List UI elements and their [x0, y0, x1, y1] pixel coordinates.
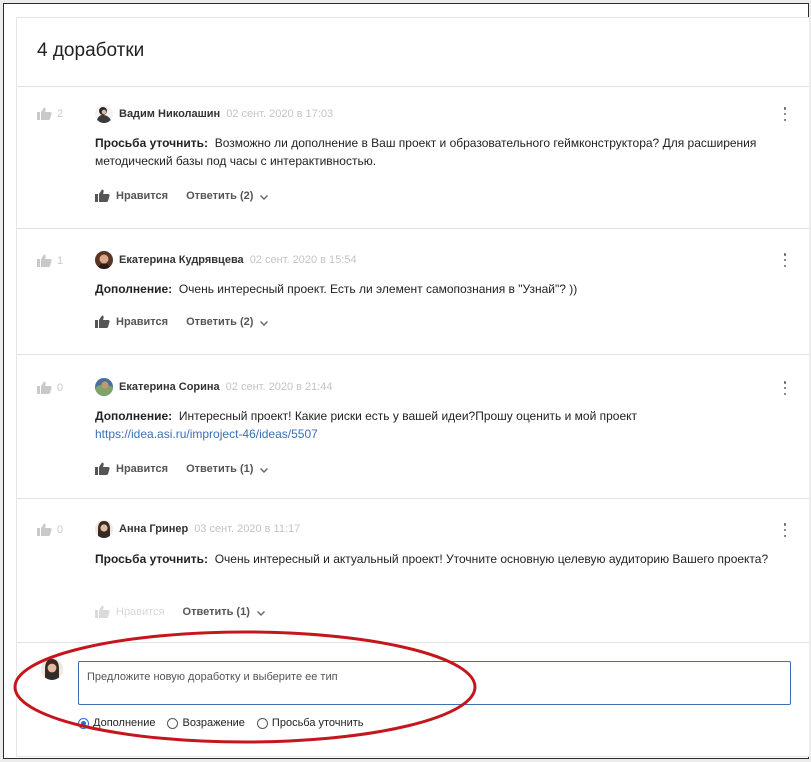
like-count: 0	[57, 381, 64, 394]
comment-actions: Нравится Ответить (1)	[95, 605, 266, 618]
reply-button[interactable]: Ответить (2)	[186, 316, 269, 328]
comment-body: Дополнение: Очень интересный проект. Ест…	[95, 280, 775, 298]
comment-date: 02 сент. 2020 в 15:54	[249, 254, 357, 266]
radio-clarify[interactable]: Просьба уточнить	[256, 717, 364, 729]
comment-type: Дополнение:	[95, 282, 173, 296]
more-options-icon[interactable]	[781, 253, 789, 267]
thumbs-up-icon	[95, 462, 110, 475]
comment-text: Очень интересный проект. Есть ли элемент…	[178, 282, 578, 296]
avatar[interactable]	[95, 520, 113, 538]
like-count: 2	[57, 107, 64, 120]
more-options-icon[interactable]	[781, 523, 789, 537]
reply-label: Ответить (1)	[186, 462, 254, 475]
reply-label: Ответить (2)	[186, 189, 254, 202]
reply-button[interactable]: Ответить (1)	[183, 606, 266, 618]
comment-item: 2 Вадим Николашин 02 сент. 2020 в 17:03 …	[17, 86, 809, 229]
like-label: Нравится	[116, 315, 169, 328]
comment-body: Просьба уточнить: Возможно ли дополнение…	[95, 134, 775, 170]
like-count: 1	[57, 254, 64, 267]
more-options-icon[interactable]	[781, 107, 789, 121]
author-name[interactable]: Екатерина Сорина	[119, 381, 220, 393]
like-counter: 0	[37, 523, 63, 536]
reply-button[interactable]: Ответить (1)	[186, 463, 269, 475]
like-counter: 1	[37, 254, 63, 267]
author-name[interactable]: Екатерина Кудрявцева	[119, 254, 244, 266]
thumbs-up-icon	[95, 189, 110, 202]
like-label: Нравится	[116, 462, 169, 475]
author-name[interactable]: Вадим Николашин	[119, 108, 220, 120]
thumbs-up-icon	[95, 605, 110, 618]
like-counter: 0	[37, 381, 63, 394]
comment-item: 0 Екатерина Сорина 02 сент. 2020 в 21:44…	[17, 355, 809, 499]
reply-label: Ответить (2)	[186, 315, 254, 328]
comment-actions: Нравится Ответить (2)	[95, 315, 269, 328]
radio-label: Возражение	[182, 717, 245, 729]
chevron-down-icon	[259, 465, 269, 473]
card-title: 4 доработки	[37, 40, 145, 61]
author-name[interactable]: Анна Гринер	[119, 523, 188, 535]
new-improvement-form: Дополнение Возражение Просьба уточнить	[17, 643, 809, 758]
comment-header: Анна Гринер 03 сент. 2020 в 11:17	[95, 520, 300, 538]
comment-header: Екатерина Сорина 02 сент. 2020 в 21:44	[95, 378, 333, 396]
radio-unchecked-icon	[167, 717, 179, 729]
chevron-down-icon	[256, 608, 266, 616]
like-label: Нравится	[116, 189, 169, 202]
avatar[interactable]	[95, 251, 113, 269]
improvements-card: 4 доработки 2 Вадим Николашин 02 сент. 2…	[16, 17, 809, 757]
avatar[interactable]	[95, 378, 113, 396]
reply-button[interactable]: Ответить (2)	[186, 190, 269, 202]
like-label: Нравится	[116, 605, 165, 618]
comment-item: 1 Екатерина Кудрявцева 02 сент. 2020 в 1…	[17, 229, 809, 355]
thumbs-up-icon	[95, 315, 110, 328]
radio-unchecked-icon	[256, 717, 268, 729]
comment-type: Просьба уточнить:	[95, 552, 209, 566]
like-button[interactable]: Нравится	[95, 605, 165, 618]
radio-label: Просьба уточнить	[271, 717, 364, 729]
comment-item: 0 Анна Гринер 03 сент. 2020 в 11:17 Прос…	[17, 499, 809, 643]
comment-text: Интересный проект! Какие риски есть у ва…	[178, 409, 638, 423]
comment-type: Просьба уточнить:	[95, 136, 209, 150]
thumbs-up-icon	[37, 254, 52, 267]
like-button[interactable]: Нравится	[95, 189, 168, 202]
comment-date: 02 сент. 2020 в 17:03	[226, 108, 334, 120]
new-improvement-input[interactable]	[78, 661, 791, 705]
comment-date: 02 сент. 2020 в 21:44	[225, 381, 333, 393]
thumbs-up-icon	[37, 107, 52, 120]
comment-body: Дополнение: Интересный проект! Какие рис…	[95, 407, 775, 443]
like-count: 0	[57, 523, 64, 536]
radio-objection[interactable]: Возражение	[167, 717, 245, 729]
comment-actions: Нравится Ответить (1)	[95, 462, 269, 475]
project-link[interactable]: https://idea.asi.ru/improject-46/ideas/5…	[95, 427, 318, 441]
like-counter: 2	[37, 107, 63, 120]
current-user-avatar	[41, 658, 63, 680]
chevron-down-icon	[259, 318, 269, 326]
chevron-down-icon	[259, 192, 269, 200]
comment-date: 03 сент. 2020 в 11:17	[194, 523, 301, 535]
avatar[interactable]	[95, 105, 113, 123]
thumbs-up-icon	[37, 381, 52, 394]
thumbs-up-icon	[37, 523, 52, 536]
radio-label: Дополнение	[93, 717, 156, 729]
comment-text: Очень интересный и актуальный проект! Ут…	[214, 552, 769, 566]
like-button[interactable]: Нравится	[95, 462, 168, 475]
radio-addition[interactable]: Дополнение	[78, 717, 155, 729]
improvement-type-group: Дополнение Возражение Просьба уточнить	[78, 717, 364, 729]
radio-checked-icon	[78, 717, 89, 729]
comment-header: Вадим Николашин 02 сент. 2020 в 17:03	[95, 105, 333, 123]
comment-body: Просьба уточнить: Очень интересный и акт…	[95, 550, 775, 568]
comment-header: Екатерина Кудрявцева 02 сент. 2020 в 15:…	[95, 251, 357, 269]
reply-label: Ответить (1)	[182, 605, 250, 618]
comment-actions: Нравится Ответить (2)	[95, 189, 269, 202]
like-button[interactable]: Нравится	[95, 315, 168, 328]
comment-type: Дополнение:	[95, 409, 173, 423]
more-options-icon[interactable]	[781, 381, 789, 395]
